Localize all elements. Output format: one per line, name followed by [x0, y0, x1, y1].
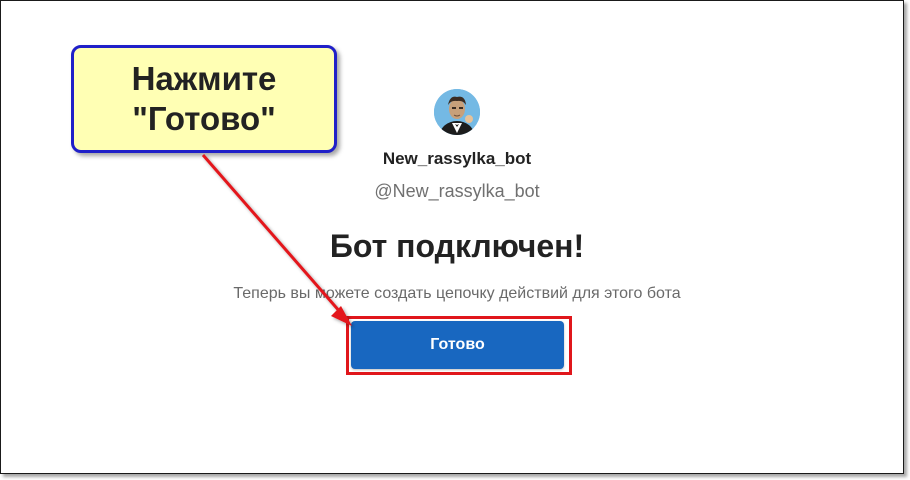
bot-connected-page: New_rassylka_bot @New_rassylka_bot Бот п… [0, 0, 910, 480]
callout-line-2: "Готово" [132, 100, 276, 137]
done-button[interactable]: Готово [351, 321, 564, 369]
page-title: Бот подключен! [329, 228, 585, 264]
bot-avatar-icon [434, 89, 480, 135]
bot-handle: @New_rassylka_bot [374, 181, 540, 201]
page-description: Теперь вы можете создать цепочку действи… [233, 285, 681, 302]
callout-line-1: Нажмите [131, 60, 277, 97]
instruction-callout: Нажмите "Готово" [71, 45, 337, 153]
